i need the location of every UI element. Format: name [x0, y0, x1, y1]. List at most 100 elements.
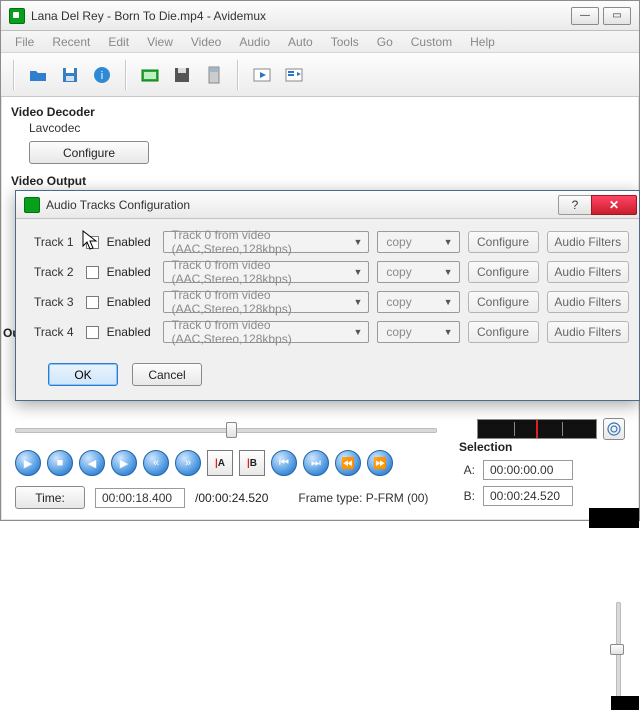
chevron-down-icon: ▼: [438, 297, 453, 307]
dialog-help-button[interactable]: ?: [558, 195, 592, 215]
info-icon[interactable]: i: [89, 62, 115, 88]
audio-tracks-dialog: Audio Tracks Configuration ? ✕ Track 1 E…: [15, 190, 640, 401]
window-titlebar: Lana Del Rey - Born To Die.mp4 - Avidemu…: [1, 1, 639, 31]
maximize-button[interactable]: ▭: [603, 7, 631, 25]
menu-custom[interactable]: Custom: [403, 33, 460, 51]
time-button[interactable]: Time:: [15, 486, 85, 509]
track3-enabled-checkbox[interactable]: [86, 296, 99, 309]
save-icon[interactable]: [57, 62, 83, 88]
set-marker-b-button[interactable]: |B: [239, 450, 265, 476]
dialog-close-button[interactable]: ✕: [591, 195, 637, 215]
chevron-down-icon: ▼: [438, 237, 453, 247]
main-toolbar: i: [1, 53, 639, 97]
playback-controls: ▶ ■ ◀ ▶ « » |A |B ⏮ ⏭ ⏪ ⏩: [15, 450, 428, 476]
frame-type-label: Frame type: P-FRM (00): [298, 491, 428, 505]
menu-tools[interactable]: Tools: [323, 33, 367, 51]
track4-filters-button[interactable]: Audio Filters: [547, 321, 630, 343]
track-row: Track 2 Enabled Track 0 from video (AAC,…: [34, 261, 629, 283]
track-row: Track 3 Enabled Track 0 from video (AAC,…: [34, 291, 629, 313]
prev-keyframe-button[interactable]: «: [143, 450, 169, 476]
picture-save-icon[interactable]: [169, 62, 195, 88]
track-label: Track 2: [34, 265, 78, 279]
picture-open-icon[interactable]: [137, 62, 163, 88]
audio-toggle-button[interactable]: [603, 418, 625, 440]
menu-audio[interactable]: Audio: [231, 33, 278, 51]
track4-enabled-checkbox[interactable]: [86, 326, 99, 339]
app-icon: [9, 8, 25, 24]
menu-auto[interactable]: Auto: [280, 33, 321, 51]
track2-source-combo[interactable]: Track 0 from video (AAC,Stereo,128kbps)▼: [163, 261, 370, 283]
track2-enabled-checkbox[interactable]: [86, 266, 99, 279]
goto-b-button[interactable]: ⏩: [367, 450, 393, 476]
menu-edit[interactable]: Edit: [100, 33, 137, 51]
open-icon[interactable]: [25, 62, 51, 88]
menu-bar: File Recent Edit View Video Audio Auto T…: [1, 31, 639, 53]
track3-configure-button[interactable]: Configure: [468, 291, 539, 313]
calculator-icon[interactable]: [201, 62, 227, 88]
track-label: Track 4: [34, 325, 78, 339]
chevron-down-icon: ▼: [438, 267, 453, 277]
goto-end-button[interactable]: ⏭: [303, 450, 329, 476]
dialog-title: Audio Tracks Configuration: [46, 198, 190, 212]
track4-codec-combo[interactable]: copy▼: [377, 321, 459, 343]
preview-strip-2: [589, 508, 639, 528]
menu-help[interactable]: Help: [462, 33, 503, 51]
time-value-box[interactable]: 00:00:18.400: [95, 488, 185, 508]
video-decoder-value: Lavcodec: [29, 121, 629, 135]
timeline-slider[interactable]: [15, 419, 437, 439]
set-marker-a-button[interactable]: |A: [207, 450, 233, 476]
svg-text:i: i: [101, 70, 103, 82]
track-row: Track 1 Enabled Track 0 from video (AAC,…: [34, 231, 629, 253]
track1-source-combo[interactable]: Track 0 from video (AAC,Stereo,128kbps)▼: [163, 231, 370, 253]
enabled-label: Enabled: [107, 265, 151, 279]
menu-recent[interactable]: Recent: [44, 33, 98, 51]
enabled-label: Enabled: [107, 325, 151, 339]
track3-filters-button[interactable]: Audio Filters: [547, 291, 630, 313]
stop-button[interactable]: ■: [47, 450, 73, 476]
track-label: Track 3: [34, 295, 78, 309]
next-keyframe-button[interactable]: »: [175, 450, 201, 476]
goto-start-button[interactable]: ⏮: [271, 450, 297, 476]
track3-source-combo[interactable]: Track 0 from video (AAC,Stereo,128kbps)▼: [163, 291, 370, 313]
prev-frame-button[interactable]: ◀: [79, 450, 105, 476]
marker-a-value: 00:00:00.00: [483, 460, 573, 480]
track2-filters-button[interactable]: Audio Filters: [547, 261, 630, 283]
play-tool-icon[interactable]: [249, 62, 275, 88]
video-decoder-label: Video Decoder: [11, 105, 629, 119]
dialog-app-icon: [24, 197, 40, 213]
minimize-button[interactable]: —: [571, 7, 599, 25]
video-output-label: Video Output: [11, 174, 629, 188]
cancel-button[interactable]: Cancel: [132, 363, 202, 386]
preview-strip-3: [611, 696, 639, 710]
chevron-down-icon: ▼: [438, 327, 453, 337]
next-frame-button[interactable]: ▶: [111, 450, 137, 476]
track3-codec-combo[interactable]: copy▼: [377, 291, 459, 313]
menu-video[interactable]: Video: [183, 33, 229, 51]
track1-configure-button[interactable]: Configure: [468, 231, 539, 253]
menu-file[interactable]: File: [7, 33, 42, 51]
track2-configure-button[interactable]: Configure: [468, 261, 539, 283]
menu-go[interactable]: Go: [369, 33, 401, 51]
chevron-down-icon: ▼: [347, 267, 362, 277]
volume-slider[interactable]: [609, 602, 625, 698]
play-button[interactable]: ▶: [15, 450, 41, 476]
marker-b-value: 00:00:24.520: [483, 486, 573, 506]
duration-label: /00:00:24.520: [195, 491, 268, 505]
goto-a-button[interactable]: ⏪: [335, 450, 361, 476]
playlist-tool-icon[interactable]: [281, 62, 307, 88]
track4-configure-button[interactable]: Configure: [468, 321, 539, 343]
chevron-down-icon: ▼: [347, 297, 362, 307]
chevron-down-icon: ▼: [347, 327, 362, 337]
marker-a-label: A:: [459, 463, 475, 477]
track2-codec-combo[interactable]: copy▼: [377, 261, 459, 283]
track1-filters-button[interactable]: Audio Filters: [547, 231, 630, 253]
track1-codec-combo[interactable]: copy▼: [377, 231, 459, 253]
chevron-down-icon: ▼: [347, 237, 362, 247]
enabled-label: Enabled: [107, 295, 151, 309]
marker-b-label: B:: [459, 489, 475, 503]
configure-decoder-button[interactable]: Configure: [29, 141, 149, 164]
menu-view[interactable]: View: [139, 33, 181, 51]
track1-enabled-checkbox[interactable]: [86, 236, 99, 249]
track4-source-combo[interactable]: Track 0 from video (AAC,Stereo,128kbps)▼: [163, 321, 370, 343]
ok-button[interactable]: OK: [48, 363, 118, 386]
